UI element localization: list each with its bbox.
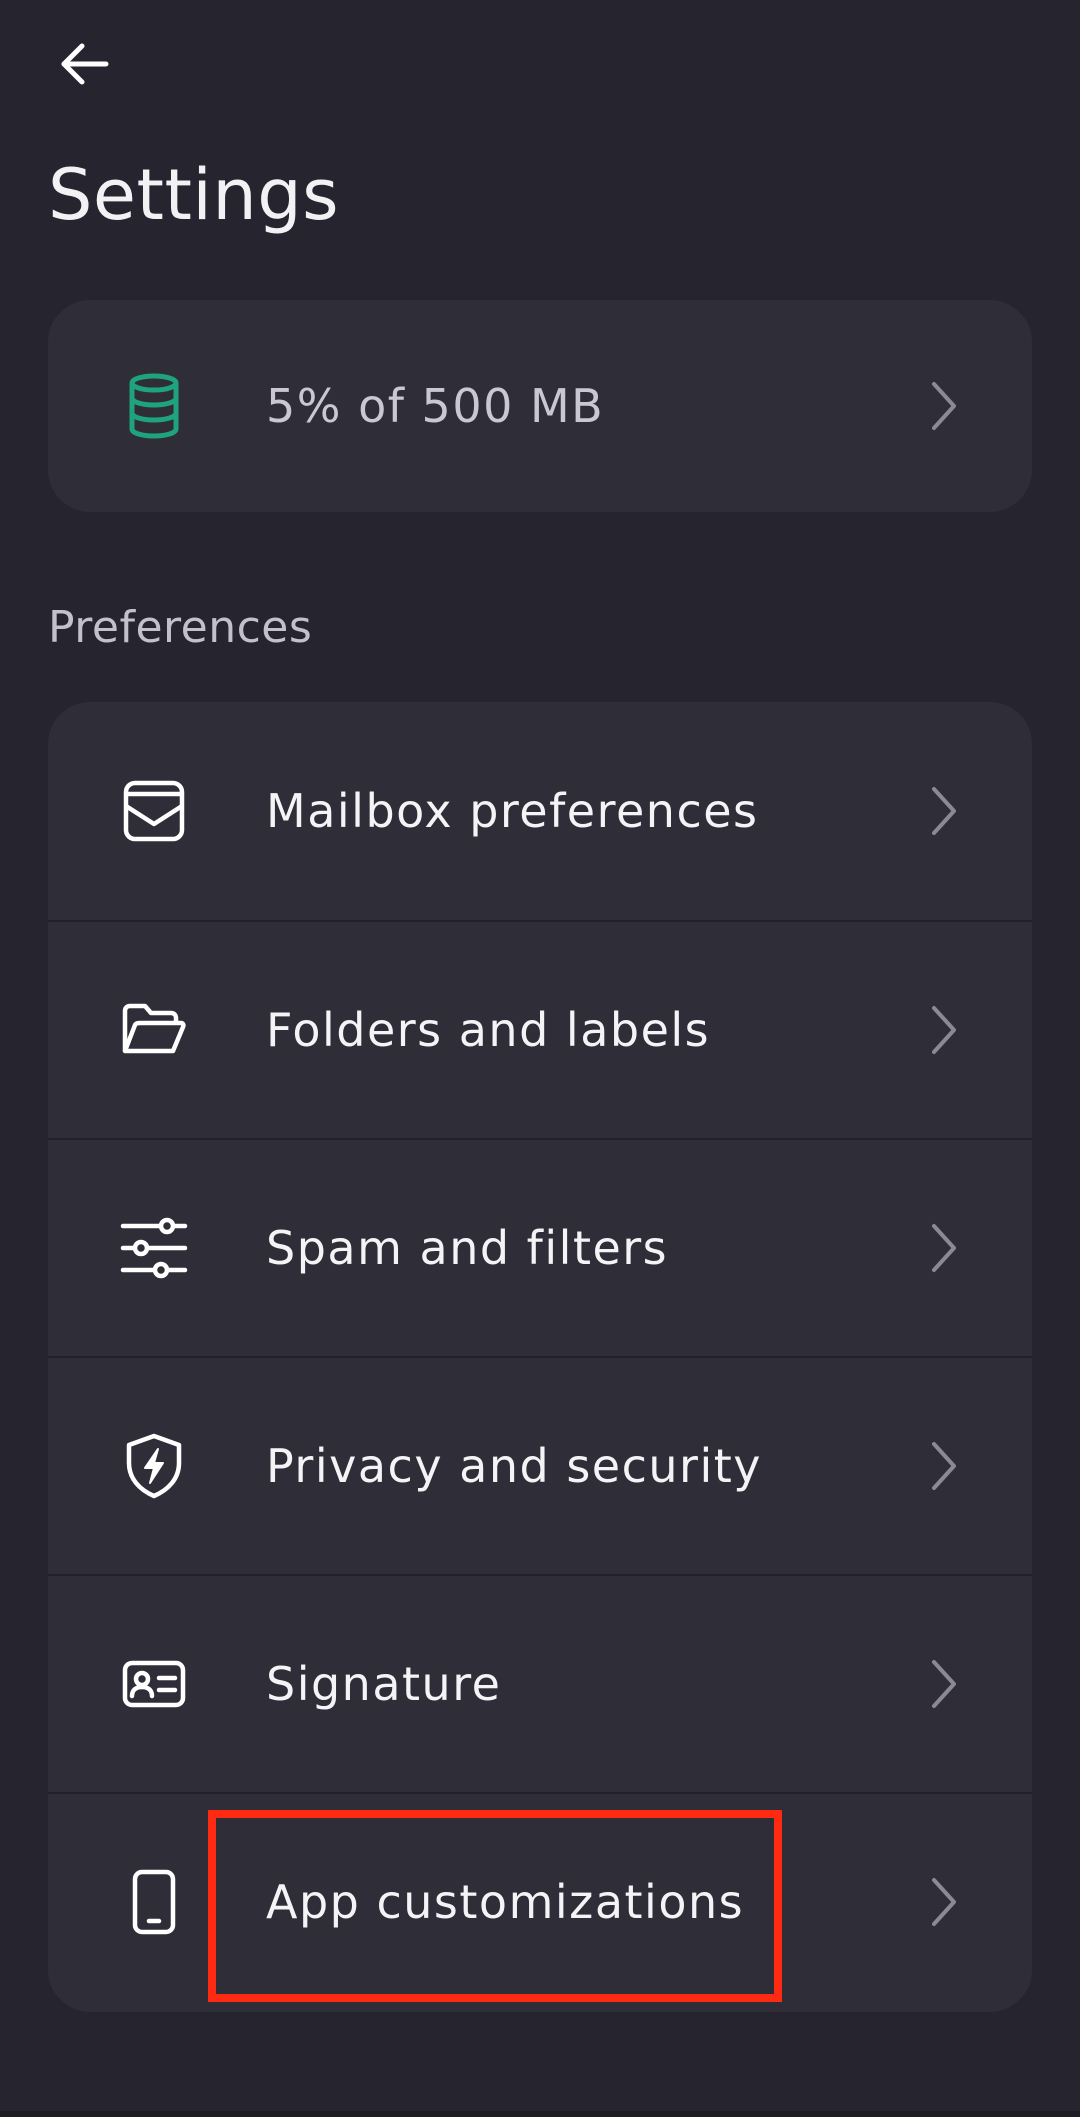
back-button[interactable] — [48, 30, 120, 102]
preferences-card: Mailbox preferences Folders and labels S… — [48, 702, 1032, 2012]
privacy-and-security-row[interactable]: Privacy and security — [48, 1356, 1032, 1574]
navigation-bar-divider — [0, 2111, 1080, 2117]
sliders-icon — [118, 1212, 190, 1284]
preferences-section-title: Preferences — [48, 602, 313, 653]
storage-usage-label: 5% of 500 MB — [266, 379, 605, 433]
chevron-right-icon — [924, 376, 964, 436]
app-customizations-label: App customizations — [266, 1875, 745, 1929]
privacy-and-security-label: Privacy and security — [266, 1439, 762, 1493]
arrow-left-icon — [56, 36, 112, 96]
storage-usage-row[interactable]: 5% of 500 MB — [48, 300, 1032, 512]
database-icon — [118, 370, 190, 442]
chevron-right-icon — [924, 1000, 964, 1060]
mailbox-preferences-row[interactable]: Mailbox preferences — [48, 702, 1032, 920]
signature-label: Signature — [266, 1657, 502, 1711]
chevron-right-icon — [924, 1436, 964, 1496]
chevron-right-icon — [924, 781, 964, 841]
mailbox-icon — [118, 775, 190, 847]
signature-row[interactable]: Signature — [48, 1574, 1032, 1792]
folders-and-labels-row[interactable]: Folders and labels — [48, 920, 1032, 1138]
storage-card: 5% of 500 MB — [48, 300, 1032, 512]
phone-icon — [118, 1866, 190, 1938]
chevron-right-icon — [924, 1872, 964, 1932]
chevron-right-icon — [924, 1654, 964, 1714]
mailbox-preferences-label: Mailbox preferences — [266, 784, 759, 838]
page-title: Settings — [48, 154, 340, 236]
app-customizations-row[interactable]: App customizations — [48, 1792, 1032, 2010]
spam-and-filters-row[interactable]: Spam and filters — [48, 1138, 1032, 1356]
chevron-right-icon — [924, 1218, 964, 1278]
shield-bolt-icon — [118, 1430, 190, 1502]
spam-and-filters-label: Spam and filters — [266, 1221, 669, 1275]
id-card-icon — [118, 1648, 190, 1720]
folder-open-icon — [118, 994, 190, 1066]
folders-and-labels-label: Folders and labels — [266, 1003, 711, 1057]
